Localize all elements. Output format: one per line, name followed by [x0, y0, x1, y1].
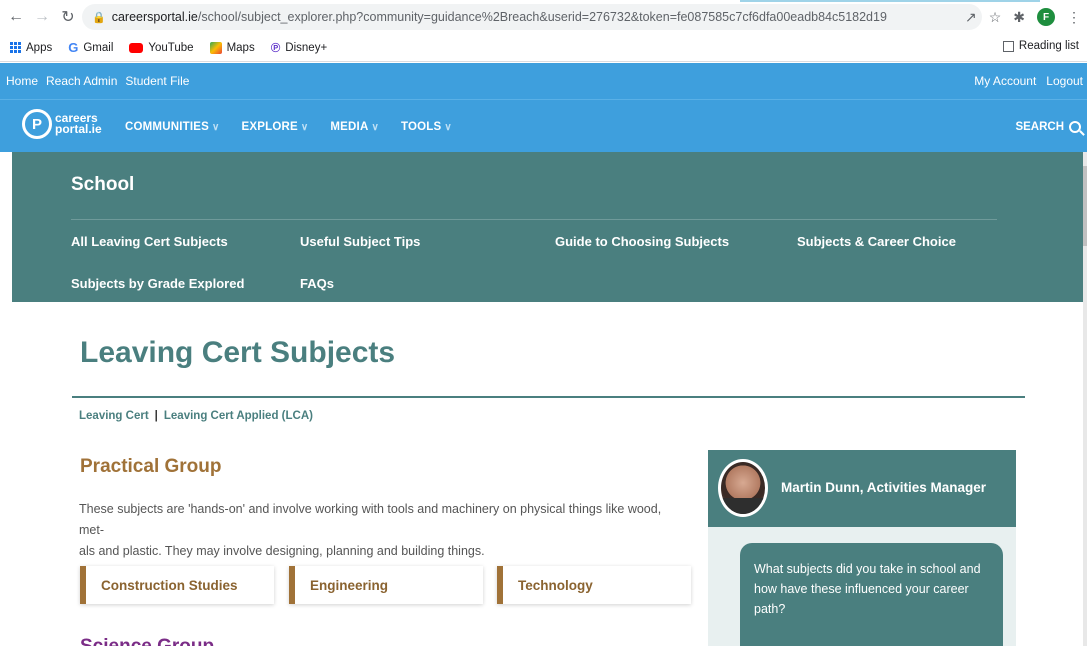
- group-desc-line: als and plastic. They may involve design…: [79, 544, 485, 558]
- nav-label: TOOLS: [401, 120, 442, 133]
- address-bar[interactable]: 🔒 careersportal.ie/school/subject_explor…: [82, 4, 982, 30]
- nav-menu: COMMUNITIES ∨ EXPLORE ∨ MEDIA ∨ TOOLS ∨: [125, 100, 452, 153]
- nav-label: EXPLORE: [241, 120, 298, 133]
- profile-avatar[interactable]: F: [1037, 8, 1055, 26]
- forward-arrow-icon[interactable]: →: [30, 5, 54, 29]
- bookmark-label: Apps: [26, 41, 53, 54]
- logo-line2: portal.ie: [55, 122, 102, 136]
- subnav-lca[interactable]: Leaving Cert Applied (LCA): [164, 410, 313, 422]
- chevron-down-icon: ∨: [444, 121, 452, 133]
- logo-mark-icon: P: [22, 109, 52, 139]
- bookmark-gmail[interactable]: G Gmail: [68, 40, 113, 55]
- my-account-link[interactable]: My Account: [974, 74, 1036, 88]
- apps-grid-icon: [10, 42, 21, 53]
- reading-list-label: Reading list: [1018, 40, 1079, 52]
- nav-tools[interactable]: TOOLS ∨: [401, 121, 452, 133]
- profile-header: Martin Dunn, Activities Manager: [708, 450, 1016, 527]
- nav-communities[interactable]: COMMUNITIES ∨: [125, 121, 220, 133]
- subject-label: Engineering: [310, 577, 389, 593]
- url-host: careersportal.ie: [111, 10, 198, 24]
- reload-icon[interactable]: ↻: [56, 5, 80, 29]
- reading-list-button[interactable]: Reading list: [1002, 40, 1079, 52]
- bookmarks-bar: Apps G Gmail YouTube Maps ℗ Disney+ Read…: [0, 34, 1087, 62]
- scrollbar-thumb[interactable]: [1083, 166, 1087, 246]
- bookmark-star-icon[interactable]: ☆: [989, 9, 1002, 26]
- divider: [71, 219, 997, 220]
- bookmark-apps[interactable]: Apps: [10, 42, 52, 54]
- question-bubble: What subjects did you take in school and…: [740, 543, 1003, 646]
- title-rule: [72, 396, 1025, 398]
- profile-avatar-photo: [718, 459, 768, 517]
- group-desc-line: These subjects are 'hands-on' and involv…: [79, 502, 662, 537]
- youtube-icon: [129, 42, 144, 53]
- bookmark-disney[interactable]: ℗ Disney+: [271, 40, 327, 55]
- subnav-separator: |: [154, 410, 158, 422]
- link-subjects-career-choice[interactable]: Subjects & Career Choice: [797, 234, 956, 249]
- chevron-down-icon: ∨: [211, 121, 220, 133]
- group-description: These subjects are 'hands-on' and involv…: [79, 499, 689, 562]
- nav-label: MEDIA: [330, 120, 369, 133]
- bookmark-label: Disney+: [285, 41, 328, 54]
- subject-card-engineering[interactable]: Engineering: [289, 566, 483, 604]
- subject-label: Construction Studies: [101, 577, 238, 593]
- bookmark-label: Maps: [226, 41, 255, 54]
- bookmark-label: Gmail: [83, 41, 114, 54]
- link-subjects-by-grade[interactable]: Subjects by Grade Explored: [71, 276, 244, 291]
- chevron-down-icon: ∨: [371, 121, 379, 133]
- url-path: /school/subject_explorer.php?community=g…: [197, 10, 887, 24]
- search-button[interactable]: SEARCH: [1015, 100, 1081, 153]
- careersportal-logo[interactable]: P careers portal.ie: [22, 109, 102, 139]
- nav-media[interactable]: MEDIA ∨: [330, 121, 379, 133]
- admin-link-student-file[interactable]: Student File: [125, 74, 189, 88]
- logo-text: careers portal.ie: [55, 112, 102, 136]
- browser-actions: ↗ ☆ ✱ F ⋮: [965, 6, 1081, 28]
- main-navigation: P careers portal.ie COMMUNITIES ∨ EXPLORE…: [0, 99, 1087, 152]
- kebab-menu-icon[interactable]: ⋮: [1067, 9, 1081, 26]
- subject-card-construction-studies[interactable]: Construction Studies: [80, 566, 274, 604]
- group-title: Practical Group: [80, 456, 222, 477]
- back-arrow-icon[interactable]: ←: [4, 5, 28, 29]
- disney-plus-icon: ℗: [270, 40, 281, 55]
- search-icon: [1069, 120, 1081, 133]
- nav-explore[interactable]: EXPLORE ∨: [242, 121, 309, 133]
- bookmark-maps[interactable]: Maps: [209, 41, 255, 54]
- card-accent-bar: [289, 566, 295, 604]
- logout-link[interactable]: Logout: [1046, 74, 1083, 88]
- admin-bar: Home Reach Admin Student File My Account…: [0, 63, 1087, 99]
- browser-toolbar: ← → ↻ 🔒 careersportal.ie/school/subject_…: [0, 0, 1087, 34]
- admin-link-reach-admin[interactable]: Reach Admin: [46, 74, 117, 88]
- admin-link-home[interactable]: Home: [6, 74, 38, 88]
- subnav: Leaving Cert | Leaving Cert Applied (LCA): [79, 410, 313, 422]
- school-title: School: [71, 174, 135, 195]
- page-title: Leaving Cert Subjects: [80, 336, 396, 369]
- nav-label: COMMUNITIES: [125, 120, 209, 133]
- account-links: My Account Logout: [974, 63, 1083, 99]
- link-guide-to-choosing-subjects[interactable]: Guide to Choosing Subjects: [555, 234, 729, 249]
- lock-icon[interactable]: 🔒: [92, 11, 106, 24]
- link-useful-subject-tips[interactable]: Useful Subject Tips: [300, 234, 420, 249]
- card-accent-bar: [497, 566, 503, 604]
- extensions-puzzle-icon[interactable]: ✱: [1013, 9, 1025, 26]
- school-panel: School All Leaving Cert Subjects Useful …: [12, 152, 1083, 302]
- chevron-down-icon: ∨: [300, 121, 309, 133]
- career-profile-card[interactable]: Martin Dunn, Activities Manager What sub…: [708, 450, 1016, 646]
- share-icon[interactable]: ↗: [965, 9, 977, 26]
- subject-label: Technology: [518, 577, 593, 593]
- link-all-leaving-cert-subjects[interactable]: All Leaving Cert Subjects: [71, 234, 228, 249]
- bookmark-youtube[interactable]: YouTube: [129, 41, 194, 54]
- subnav-leaving-cert[interactable]: Leaving Cert: [79, 410, 149, 422]
- next-group-title: Science Group: [80, 636, 214, 646]
- bookmark-label: YouTube: [148, 41, 194, 54]
- reading-list-icon: [1002, 40, 1014, 52]
- link-faqs[interactable]: FAQs: [300, 276, 334, 291]
- search-label: SEARCH: [1015, 120, 1064, 133]
- profile-name: Martin Dunn, Activities Manager: [781, 480, 987, 495]
- tab-strip-edge: [740, 0, 1040, 2]
- subject-card-technology[interactable]: Technology: [497, 566, 691, 604]
- card-accent-bar: [80, 566, 86, 604]
- maps-icon: [209, 41, 222, 54]
- google-g-icon: G: [68, 40, 79, 55]
